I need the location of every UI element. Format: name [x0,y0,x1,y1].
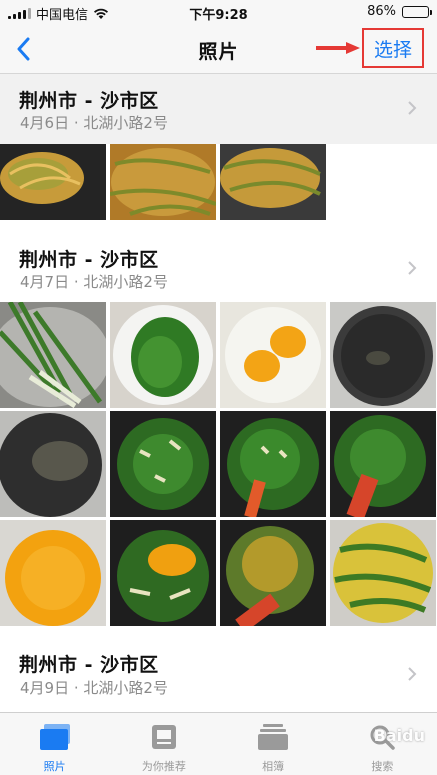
albums-icon [256,721,290,753]
section-header[interactable]: 荆州市 - 沙市区 4月7日 · 北湖小路2号 [0,232,437,300]
photo-thumbnail[interactable] [0,520,106,626]
select-button[interactable]: 选择 [362,28,424,68]
tab-label: 相簿 [262,760,285,773]
photo-thumbnail[interactable] [110,520,216,626]
nav-bar: 照片 选择 [0,24,437,74]
battery-icon [402,5,432,18]
tab-label: 搜索 [371,760,394,773]
photos-icon [38,721,72,753]
section-subtitle: 4月7日 · 北湖小路2号 [20,273,168,291]
photo-thumbnail[interactable] [0,144,106,220]
battery-percent: 86% [367,4,396,19]
photo-thumbnail[interactable] [110,144,216,220]
photo-thumbnail[interactable] [220,411,326,517]
section-header[interactable]: 荆州市 - 沙市区 4月9日 · 北湖小路2号 [0,634,437,710]
chevron-right-icon [408,667,417,681]
tab-label: 为你推荐 [141,760,186,773]
for-you-icon [147,721,181,753]
tab-bar: 照片 为你推荐 相簿 搜索 [0,712,437,775]
photo-thumbnail[interactable] [0,302,106,408]
tab-for-you[interactable]: 为你推荐 [109,713,218,775]
section-subtitle: 4月6日 · 北湖小路2号 [20,114,168,132]
photo-thumbnail[interactable] [220,144,326,220]
status-bar: 中国电信 下午9:28 86% [0,0,437,24]
tab-albums[interactable]: 相簿 [219,713,328,775]
red-arrow-annotation [316,42,360,54]
section-header[interactable]: 荆州市 - 沙市区 4月6日 · 北湖小路2号 [0,74,437,144]
photo-thumbnail[interactable] [330,302,436,408]
tab-label: 照片 [43,760,66,773]
photo-thumbnail[interactable] [0,411,106,517]
tab-photos[interactable]: 照片 [0,713,109,775]
status-right: 86% [367,4,432,19]
section-title: 荆州市 - 沙市区 [19,654,159,676]
chevron-right-icon [408,261,417,275]
watermark: Baidu [373,726,425,745]
section-subtitle: 4月9日 · 北湖小路2号 [20,679,168,697]
section-title: 荆州市 - 沙市区 [19,249,159,271]
photo-thumbnail[interactable] [110,302,216,408]
photo-thumbnail[interactable] [220,302,326,408]
photo-thumbnail[interactable] [330,411,436,517]
photo-thumbnail[interactable] [220,520,326,626]
chevron-right-icon [408,101,417,115]
photo-thumbnail[interactable] [110,411,216,517]
photo-thumbnail[interactable] [330,520,436,626]
section-title: 荆州市 - 沙市区 [19,90,159,112]
